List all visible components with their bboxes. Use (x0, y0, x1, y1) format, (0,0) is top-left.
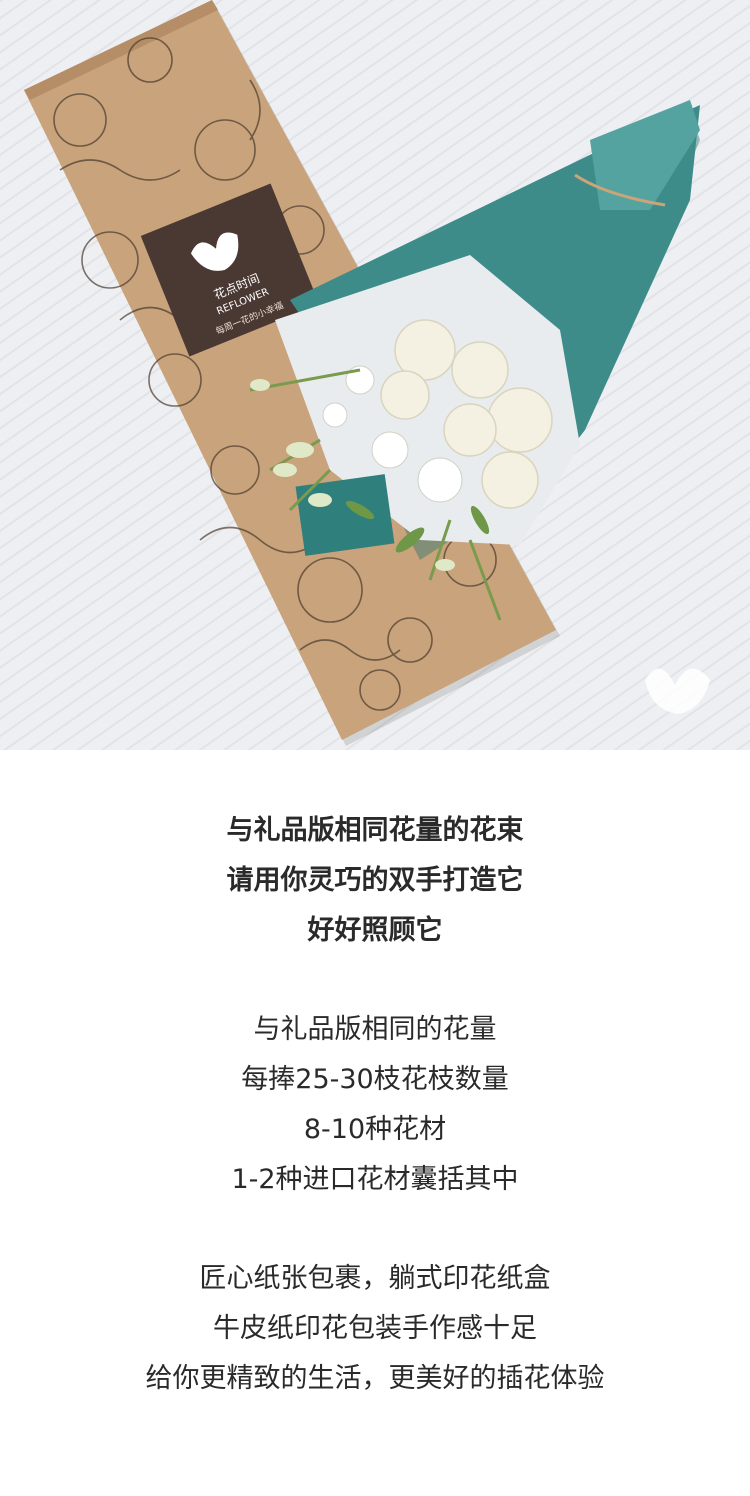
section2-line3: 8-10种花材 (303, 1114, 447, 1145)
description-section: 与礼品版相同花量的花束 请用你灵巧的双手打造它 好好照顾它 与礼品版相同的花量 … (0, 750, 750, 1496)
section1-line1: 与礼品版相同花量的花束 (226, 815, 524, 846)
section2-line2: 每捧25-30枝花枝数量 (241, 1064, 509, 1095)
section3-line1: 匠心纸张包裹，躺式印花纸盒 (199, 1263, 551, 1294)
section3-line2: 牛皮纸印花包装手作感十足 (213, 1313, 537, 1344)
section1-line2: 请用你灵巧的双手打造它 (226, 865, 524, 896)
section2-line1: 与礼品版相同的花量 (253, 1014, 497, 1045)
message-card (295, 474, 395, 556)
section2-line4: 1-2种进口花材囊括其中 (231, 1164, 519, 1195)
product-photo: 花点时间 REFLOWER 每周一花的小幸福 (0, 0, 750, 750)
bouquet-illustration: 花点时间 REFLOWER 每周一花的小幸福 (0, 0, 750, 750)
section3-line3: 给你更精致的生活，更美好的插花体验 (145, 1363, 605, 1394)
section1-line3: 好好照顾它 (307, 915, 443, 946)
